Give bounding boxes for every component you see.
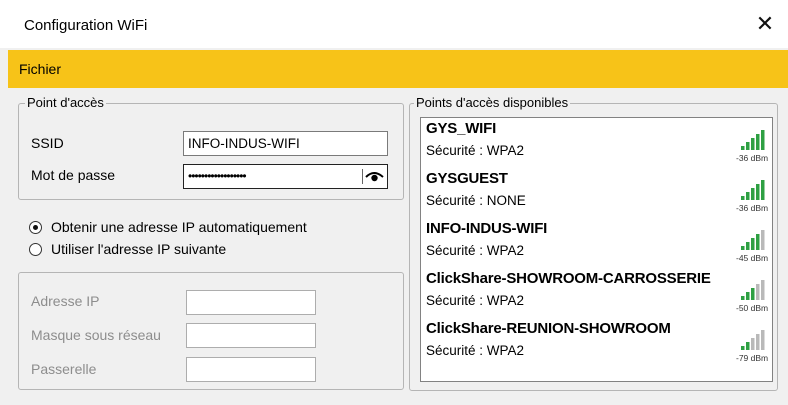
signal-bar bbox=[751, 188, 755, 200]
password-label: Mot de passe bbox=[31, 167, 116, 183]
ip-address-input[interactable] bbox=[186, 290, 316, 315]
signal-icon bbox=[741, 230, 765, 250]
ap-signal-dbm: -36 dBm bbox=[736, 153, 769, 163]
radio-auto-ip[interactable]: Obtenir une adresse IP automatiquement bbox=[29, 219, 307, 235]
subnet-mask-input[interactable] bbox=[186, 323, 316, 348]
ap-signal-dbm: -50 dBm bbox=[736, 303, 769, 313]
signal-bar bbox=[751, 138, 755, 150]
ap-security: Sécurité : WPA2 bbox=[426, 293, 525, 308]
signal-icon bbox=[741, 180, 765, 200]
ap-item[interactable]: GYSGUEST Sécurité : NONE -36 dBm bbox=[421, 170, 772, 222]
ap-item[interactable]: INFO-INDUS-WIFI Sécurité : WPA2 -45 dBm bbox=[421, 220, 772, 272]
close-button[interactable]: ✕ bbox=[742, 0, 788, 48]
password-input[interactable]: •••••••••••••••••• bbox=[183, 164, 388, 189]
signal-bar bbox=[741, 346, 745, 350]
signal-bar bbox=[751, 288, 755, 300]
password-dots: •••••••••••••••••• bbox=[188, 169, 247, 183]
ap-item[interactable]: ClickShare-SHOWROOM-CARROSSERIE Sécurité… bbox=[421, 270, 772, 322]
ap-security: Sécurité : NONE bbox=[426, 193, 526, 208]
signal-icon bbox=[741, 280, 765, 300]
radio-manual-ip-circle[interactable] bbox=[29, 242, 42, 256]
signal-bar bbox=[746, 192, 750, 200]
signal-bar bbox=[741, 296, 745, 300]
ap-name: GYS_WIFI bbox=[426, 120, 497, 137]
signal-bar bbox=[756, 134, 760, 150]
ssid-input[interactable] bbox=[183, 131, 388, 156]
signal-bar bbox=[741, 196, 745, 200]
radio-auto-ip-label: Obtenir une adresse IP automatiquement bbox=[51, 219, 307, 235]
signal-bar bbox=[761, 280, 765, 300]
signal-bar bbox=[756, 184, 760, 200]
signal-bar bbox=[761, 180, 765, 200]
signal-bar bbox=[761, 230, 765, 250]
ap-name: ClickShare-REUNION-SHOWROOM bbox=[426, 320, 671, 337]
signal-bar bbox=[741, 146, 745, 150]
subnet-mask-label: Masque sous réseau bbox=[31, 327, 161, 343]
signal-bar bbox=[746, 142, 750, 150]
signal-bar bbox=[756, 234, 760, 250]
ip-address-label: Adresse IP bbox=[31, 293, 100, 309]
gateway-label: Passerelle bbox=[31, 361, 97, 377]
radio-auto-ip-circle[interactable] bbox=[29, 220, 42, 234]
signal-bar bbox=[761, 330, 765, 350]
ap-list[interactable]: GYS_WIFI Sécurité : WPA2 -36 dBm GYSGUES… bbox=[420, 117, 773, 382]
signal-bar bbox=[746, 242, 750, 250]
signal-bar bbox=[756, 284, 760, 300]
title-bar: Configuration WiFi ✕ bbox=[0, 0, 788, 48]
ap-security: Sécurité : WPA2 bbox=[426, 243, 525, 258]
available-aps-legend: Points d'accès disponibles bbox=[414, 95, 571, 111]
ap-name: INFO-INDUS-WIFI bbox=[426, 220, 548, 237]
ap-item[interactable]: ClickShare-REUNION-SHOWROOM Sécurité : W… bbox=[421, 320, 772, 372]
signal-bar bbox=[761, 130, 765, 150]
signal-icon bbox=[741, 330, 765, 350]
ap-signal-dbm: -36 dBm bbox=[736, 203, 769, 213]
ssid-label: SSID bbox=[31, 135, 64, 151]
gateway-input[interactable] bbox=[186, 357, 316, 382]
signal-bar bbox=[756, 334, 760, 350]
signal-bar bbox=[751, 338, 755, 350]
radio-manual-ip[interactable]: Utiliser l'adresse IP suivante bbox=[29, 241, 226, 257]
ap-name: ClickShare-SHOWROOM-CARROSSERIE bbox=[426, 270, 711, 287]
signal-bar bbox=[746, 292, 750, 300]
signal-bar bbox=[751, 238, 755, 250]
ap-name: GYSGUEST bbox=[426, 170, 508, 187]
ap-item[interactable]: GYS_WIFI Sécurité : WPA2 -36 dBm bbox=[421, 120, 772, 172]
menu-fichier[interactable]: Fichier bbox=[19, 61, 61, 77]
ap-signal-dbm: -45 dBm bbox=[736, 253, 769, 263]
menu-bar: Fichier bbox=[8, 50, 788, 88]
ap-signal-dbm: -79 dBm bbox=[736, 353, 769, 363]
signal-bar bbox=[741, 246, 745, 250]
radio-manual-ip-label: Utiliser l'adresse IP suivante bbox=[51, 241, 227, 257]
signal-bar bbox=[746, 342, 750, 350]
ap-security: Sécurité : WPA2 bbox=[426, 343, 525, 358]
eye-icon[interactable] bbox=[362, 168, 384, 185]
signal-icon bbox=[741, 130, 765, 150]
ap-security: Sécurité : WPA2 bbox=[426, 143, 525, 158]
access-point-legend: Point d'accès bbox=[25, 95, 106, 111]
window-title: Configuration WiFi bbox=[24, 17, 148, 34]
close-icon: ✕ bbox=[755, 11, 775, 36]
